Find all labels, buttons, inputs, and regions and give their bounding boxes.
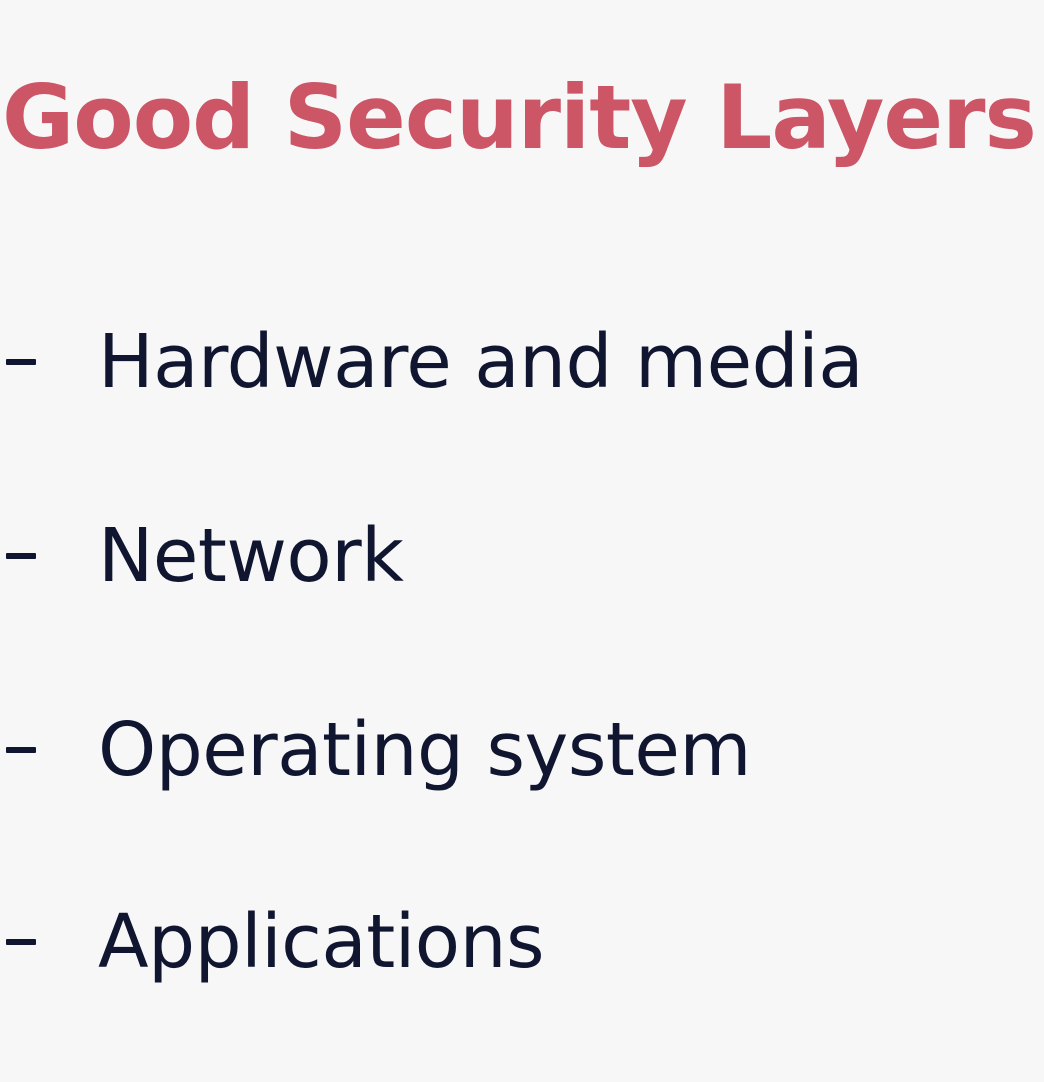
list-item-label: Network bbox=[98, 513, 404, 599]
list-item-label: Operating system bbox=[98, 707, 752, 793]
dash-icon bbox=[6, 359, 36, 365]
dash-icon bbox=[6, 553, 36, 559]
slide: Good Security Layers Hardware and media … bbox=[0, 0, 1044, 1082]
dash-icon bbox=[6, 939, 36, 945]
list-item-label: Hardware and media bbox=[98, 319, 864, 405]
list-item-label: Applications bbox=[98, 899, 545, 985]
bullet-list: Hardware and media Network Operating sys… bbox=[0, 0, 1044, 1082]
dash-icon bbox=[6, 747, 36, 753]
